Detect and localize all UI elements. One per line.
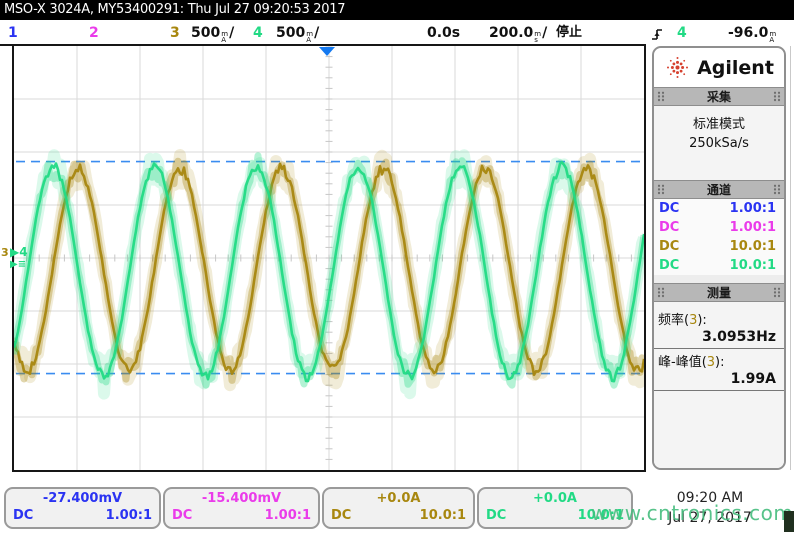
marker-arrow-icon: ▶ — [10, 245, 19, 259]
grip-icon — [773, 184, 781, 195]
ch4-probe-ratio: 10.0:1 — [730, 256, 776, 275]
ch4-scale-value: 500 — [276, 25, 305, 41]
ch2-button[interactable]: 2 — [89, 23, 99, 43]
ch1-ratio-label: 1.00:1 — [106, 508, 152, 524]
agilent-logo-icon — [664, 54, 691, 81]
ch2-probe-ratio: 1.00:1 — [730, 218, 776, 237]
acquire-section-header[interactable]: 采集 — [654, 87, 784, 106]
title-bar: MSO-X 3024A, MY53400291: Thu Jul 27 09:2… — [0, 0, 794, 20]
ch2-coupling: DC — [659, 218, 679, 237]
ch3-ratio-label: 10.0:1 — [420, 508, 466, 524]
sidebar: Agilent 采集 标准模式 250kSa/s 通道 DC 1.00:1 DC… — [652, 46, 786, 470]
ch2-status-box[interactable]: -15.400mV DC 1.00:1 — [163, 487, 320, 529]
measurements: 频率(3): 3.0953Hz 峰-峰值(3): 1.99A — [654, 302, 784, 468]
ch4-scale-unit: mA — [306, 31, 313, 43]
ch2-coupling-label: DC — [172, 508, 192, 524]
measurement-source: 3 — [707, 355, 715, 370]
ch3-scale-unit: mA — [221, 31, 228, 43]
sample-rate: 250kSa/s — [654, 134, 784, 153]
ch1-button[interactable]: 1 — [8, 23, 18, 43]
channel-row-4[interactable]: DC 10.0:1 — [654, 256, 784, 275]
watermark: www.cntronics.com — [591, 501, 793, 525]
watermark-logo-block — [784, 511, 794, 532]
timebase-unit: ms — [534, 31, 541, 43]
ch4-coupling: DC — [659, 256, 679, 275]
acquire-info: 标准模式 250kSa/s — [654, 106, 784, 180]
ch4-ground-marker[interactable]: ▶4 — [10, 245, 28, 259]
ch2-ratio-label: 1.00:1 — [265, 508, 311, 524]
acquire-title: 采集 — [707, 88, 731, 105]
channel-list: DC 1.00:1 DC 1.00:1 DC 10.0:1 DC 10.0:1 — [654, 199, 784, 275]
grip-icon — [773, 91, 781, 102]
grip-icon — [657, 287, 665, 298]
graticule — [14, 46, 644, 470]
grip-icon — [773, 287, 781, 298]
trigger-level-value: -96.0 — [728, 25, 768, 41]
ch3-ground-marker[interactable]: 3 — [1, 246, 9, 259]
ch4-marker-label: 4 — [19, 245, 27, 259]
channel-row-1[interactable]: DC 1.00:1 — [654, 199, 784, 218]
brand: Agilent — [654, 48, 784, 87]
measurement-value-frequency: 3.0953Hz — [654, 328, 784, 349]
measure-title: 测量 — [707, 284, 731, 301]
ch3-scale-value: 500 — [191, 25, 220, 41]
ch3-coupling-label: DC — [331, 508, 351, 524]
channel-row-2[interactable]: DC 1.00:1 — [654, 218, 784, 237]
waveform-display[interactable] — [12, 44, 646, 472]
ch3-scale[interactable]: 500mA/ — [191, 23, 234, 43]
measure-section-header[interactable]: 测量 — [654, 283, 784, 302]
brand-name: Agilent — [697, 57, 774, 79]
timebase[interactable]: 200.0ms/ — [489, 23, 547, 43]
timebase-slash: / — [542, 25, 547, 41]
trigger-level-unit: mA — [769, 31, 776, 43]
ch3-scale-slash: / — [229, 25, 234, 41]
ch4-button[interactable]: 4 — [253, 23, 263, 43]
channels-section-header[interactable]: 通道 — [654, 180, 784, 199]
ch1-offset-value: -27.400mV — [6, 489, 159, 508]
channels-title: 通道 — [707, 181, 731, 198]
ch3-offset-value: +0.0A — [324, 489, 473, 508]
run-state[interactable]: 停止 — [556, 23, 582, 43]
ch1-coupling-label: DC — [13, 508, 33, 524]
grip-icon — [657, 184, 665, 195]
ch1-probe-ratio: 1.00:1 — [730, 199, 776, 218]
ch1-status-box[interactable]: -27.400mV DC 1.00:1 — [4, 487, 161, 529]
ch3-probe-ratio: 10.0:1 — [730, 237, 776, 256]
timebase-value: 200.0 — [489, 25, 533, 41]
measurement-label-frequency: 频率(3): — [654, 307, 784, 328]
sidebar-edge-divider — [790, 46, 791, 470]
trigger-position-marker[interactable] — [319, 47, 335, 56]
ch4-coupling-label: DC — [486, 508, 506, 524]
channel-row-3[interactable]: DC 10.0:1 — [654, 237, 784, 256]
window-title: MSO-X 3024A, MY53400291: Thu Jul 27 09:2… — [4, 2, 345, 17]
ch3-status-box[interactable]: +0.0A DC 10.0:1 — [322, 487, 475, 529]
trigger-source[interactable]: 4 — [677, 23, 687, 43]
trigger-edge-icon — [650, 27, 664, 42]
ch2-offset-value: -15.400mV — [165, 489, 318, 508]
ch4-scale-slash: / — [314, 25, 319, 41]
ch4-scale[interactable]: 500mA/ — [276, 23, 319, 43]
grip-icon — [657, 91, 665, 102]
measurement-value-pkpk: 1.99A — [654, 370, 784, 391]
trigger-level[interactable]: -96.0mA — [728, 23, 777, 43]
ch4-ground-symbol[interactable]: ▶≡ — [10, 259, 26, 270]
ch3-button[interactable]: 3 — [170, 23, 180, 43]
ch3-coupling: DC — [659, 237, 679, 256]
delay-time[interactable]: 0.0s — [427, 23, 460, 43]
ch1-coupling: DC — [659, 199, 679, 218]
section-gap — [654, 275, 784, 283]
acquire-mode: 标准模式 — [654, 115, 784, 134]
measurement-label-pkpk: 峰-峰值(3): — [654, 349, 784, 370]
